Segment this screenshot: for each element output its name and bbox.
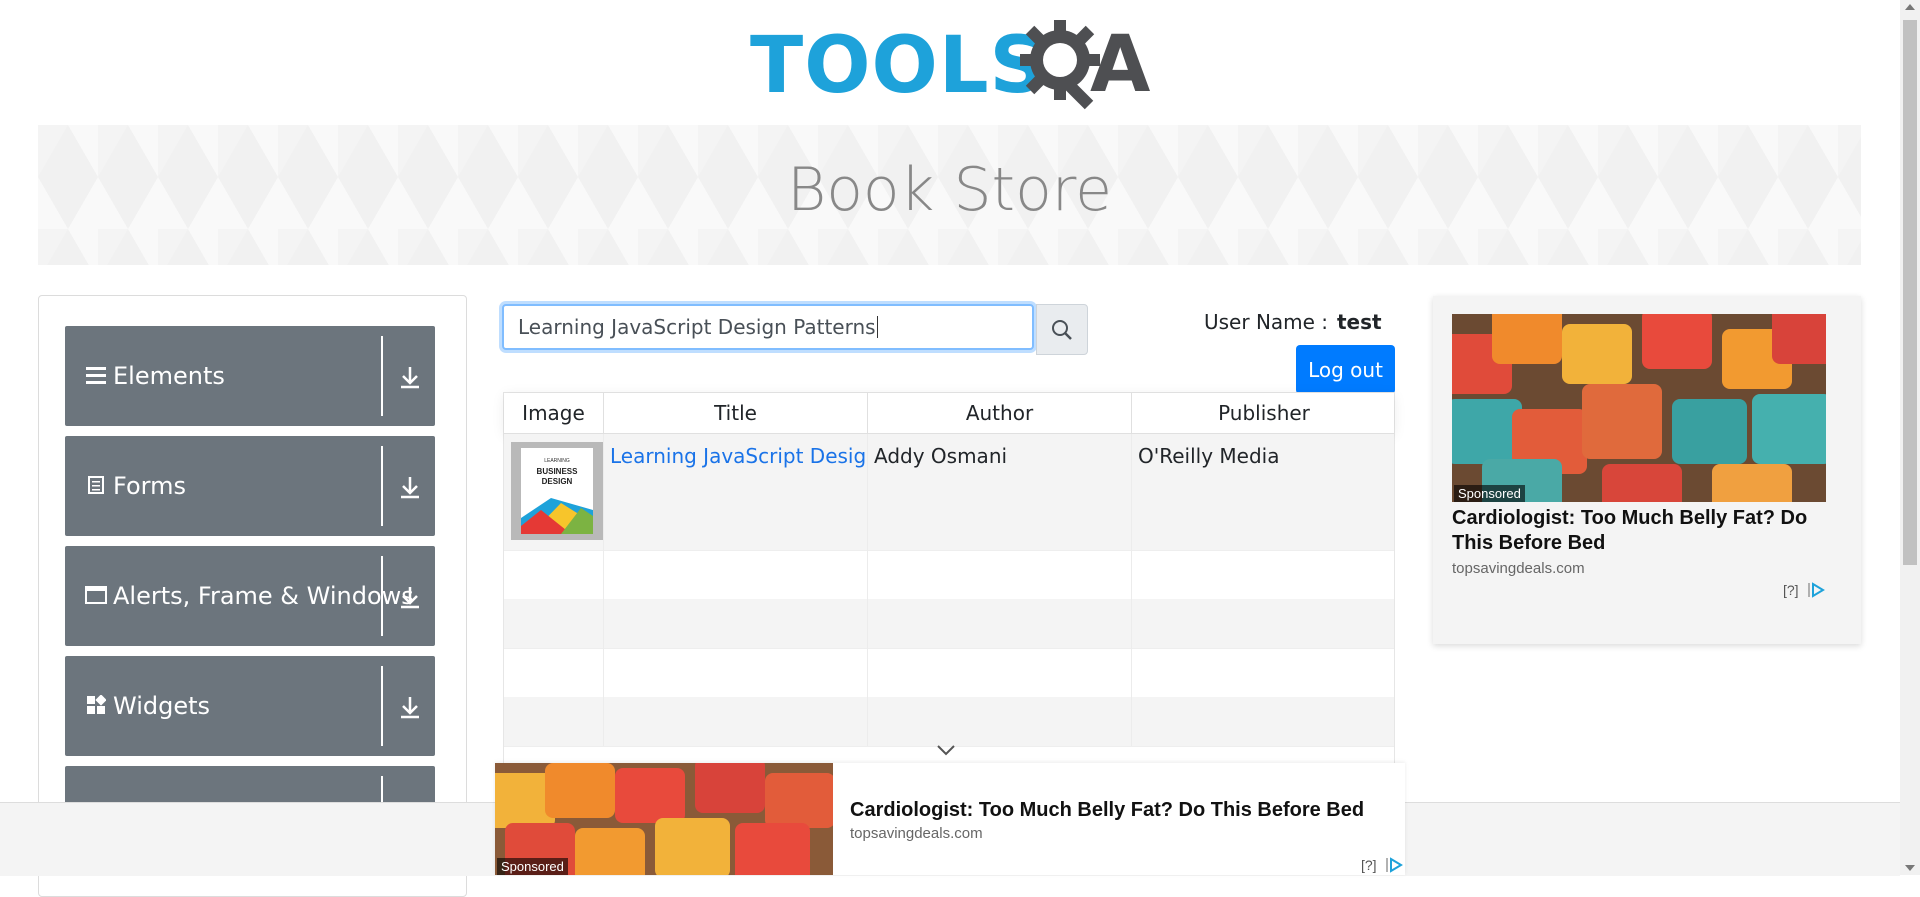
search-icon <box>1052 319 1072 340</box>
scroll-down-arrow[interactable] <box>1905 865 1915 871</box>
sponsored-badge: Sponsored <box>497 858 568 875</box>
sidebar-item-widgets[interactable]: Widgets <box>65 656 435 756</box>
divider <box>381 666 383 746</box>
logo-tools-text: TOOLS <box>750 20 1047 111</box>
table-row <box>504 550 1394 600</box>
scrollbar-thumb[interactable] <box>1903 20 1917 565</box>
sidebar-item-elements[interactable]: Elements <box>65 326 435 426</box>
chevron-down-icon[interactable] <box>935 742 957 758</box>
download-icon <box>401 477 419 499</box>
sidebar-item-label: Alerts, Frame & Windows <box>113 582 414 610</box>
sidebar-item-forms[interactable]: Forms <box>65 436 435 536</box>
ad-site[interactable]: topsavingdeals.com <box>850 825 983 842</box>
page-scrollbar[interactable] <box>1900 0 1920 875</box>
download-icon <box>401 697 419 719</box>
ad-help[interactable]: [?] <box>1783 582 1799 598</box>
column-header-image[interactable]: Image <box>504 393 604 433</box>
text-cursor <box>876 316 878 338</box>
user-name-value: test <box>1337 310 1382 334</box>
column-header-publisher[interactable]: Publisher <box>1132 393 1396 433</box>
table-header: Image Title Author Publisher <box>504 393 1394 434</box>
ad-title[interactable]: Cardiologist: Too Much Belly Fat? Do Thi… <box>850 799 1364 822</box>
search-button[interactable] <box>1036 304 1088 355</box>
book-title-cell: Learning JavaScript Design Patterns <box>604 434 868 550</box>
cover-title-line-1: BUSINESS <box>537 467 579 476</box>
ad-site[interactable]: topsavingdeals.com <box>1452 560 1585 577</box>
search-input[interactable]: Learning JavaScript Design Patterns <box>502 304 1034 350</box>
page-title: Book Store <box>786 155 1113 225</box>
cover-title-line-2: DESIGN <box>542 477 573 486</box>
logo-a-text: A <box>1090 20 1151 110</box>
hamburger-icon <box>85 364 107 386</box>
table-row: LEARNING BUSINESS DESIGN Learning JavaSc… <box>504 434 1394 551</box>
search-input-value: Learning JavaScript Design Patterns <box>518 315 876 339</box>
user-name-label: User Name : <box>1204 310 1329 334</box>
divider <box>381 446 383 526</box>
book-image-cell: LEARNING BUSINESS DESIGN <box>504 434 604 550</box>
adchoices-icon[interactable] <box>1385 857 1403 873</box>
sponsored-badge: Sponsored <box>1454 485 1525 502</box>
book-cover-image: LEARNING BUSINESS DESIGN <box>511 442 603 540</box>
column-header-author[interactable]: Author <box>868 393 1132 433</box>
divider <box>381 336 383 416</box>
scroll-up-arrow[interactable] <box>1905 4 1915 10</box>
toolsqa-logo[interactable]: TOOLS A <box>750 18 1155 113</box>
window-icon <box>85 584 107 606</box>
book-publisher-cell: O'Reilly Media <box>1138 444 1280 468</box>
adchoices-icon[interactable] <box>1807 582 1825 598</box>
ad-help[interactable]: [?] <box>1361 857 1377 873</box>
sidebar-item-label: Widgets <box>113 692 211 720</box>
ad-bottom[interactable]: Sponsored Cardiologist: Too Much Belly F… <box>495 763 1405 875</box>
table-row <box>504 697 1394 747</box>
book-author-cell: Addy Osmani <box>868 434 1132 550</box>
ad-title[interactable]: Cardiologist: Too Much Belly Fat? Do Thi… <box>1452 506 1826 556</box>
sidebar-item-label: Elements <box>113 362 225 390</box>
download-icon <box>401 587 419 609</box>
cover-small-text: LEARNING <box>544 458 570 464</box>
table-row <box>504 599 1394 649</box>
sidebar-item-alerts[interactable]: Alerts, Frame & Windows <box>65 546 435 646</box>
ad-image[interactable]: Sponsored <box>495 763 833 875</box>
page-banner: Book Store <box>38 125 1861 265</box>
logout-button[interactable]: Log out <box>1296 345 1395 394</box>
download-icon <box>401 367 419 389</box>
sidebar-item-label: Forms <box>113 472 186 500</box>
ad-image[interactable]: Sponsored <box>1452 314 1826 502</box>
divider <box>381 556 383 636</box>
column-header-title[interactable]: Title <box>604 393 868 433</box>
document-icon <box>85 474 107 496</box>
widgets-icon <box>85 694 107 716</box>
ad-right[interactable]: Sponsored Cardiologist: Too Much Belly F… <box>1433 296 1861 644</box>
table-row <box>504 648 1394 698</box>
book-title-link[interactable]: Learning JavaScript Design Patterns <box>610 444 867 468</box>
